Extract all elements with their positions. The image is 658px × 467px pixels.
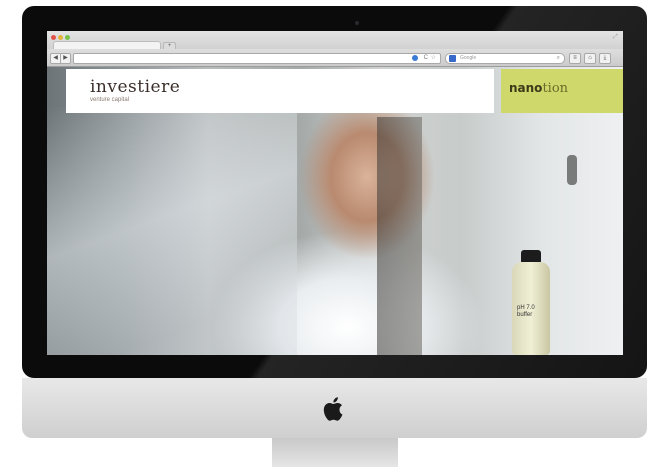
bottle-label: pH 7.0 buffer [517, 305, 535, 318]
camera-icon [355, 21, 359, 25]
partner-logo[interactable]: nanotion [509, 81, 568, 96]
monitor-stand [272, 438, 398, 467]
foreground-blur [47, 107, 297, 355]
lab-shelf [377, 117, 422, 355]
fullscreen-icon[interactable]: ⤢ [613, 34, 619, 40]
search-input[interactable]: Google ⌕ [445, 53, 565, 64]
brand-tagline: venture capital [90, 97, 130, 103]
menu-button[interactable]: ≡ [569, 53, 581, 64]
site-identity-icon[interactable] [412, 55, 418, 61]
window-minimize-button[interactable] [58, 35, 63, 40]
bookmark-star-icon[interactable]: ☆ [431, 54, 436, 63]
window-maximize-button[interactable] [65, 35, 70, 40]
search-icon[interactable]: ⌕ [557, 54, 560, 63]
screen: + ⤢ ◀ ▶ C ☆ Google ⌕ ≡ ⌂ ⤓ pH 7.0 buffer… [47, 31, 623, 355]
reload-icon[interactable]: C [424, 54, 428, 63]
search-engine-icon[interactable] [449, 55, 456, 62]
brand-header[interactable]: investiere venture capital [66, 69, 494, 113]
forward-button[interactable]: ▶ [60, 53, 71, 64]
web-page-hero: pH 7.0 buffer investiere venture capital… [47, 67, 623, 355]
brand-logo[interactable]: investiere [90, 77, 180, 97]
search-placeholder: Google [460, 55, 477, 61]
apple-logo-icon [323, 397, 343, 421]
window-close-button[interactable] [51, 35, 56, 40]
home-button[interactable]: ⌂ [584, 53, 596, 64]
figurine [567, 155, 577, 185]
browser-toolbar: ◀ ▶ C ☆ Google ⌕ ≡ ⌂ ⤓ [47, 49, 623, 67]
partner-logo-prefix: nano [509, 81, 543, 95]
browser-tab-bar: + ⤢ [47, 31, 623, 50]
downloads-button[interactable]: ⤓ [599, 53, 611, 64]
partner-logo-box[interactable]: nanotion [501, 69, 623, 113]
address-bar[interactable]: C ☆ [73, 53, 441, 64]
partner-logo-suffix: tion [542, 81, 569, 96]
